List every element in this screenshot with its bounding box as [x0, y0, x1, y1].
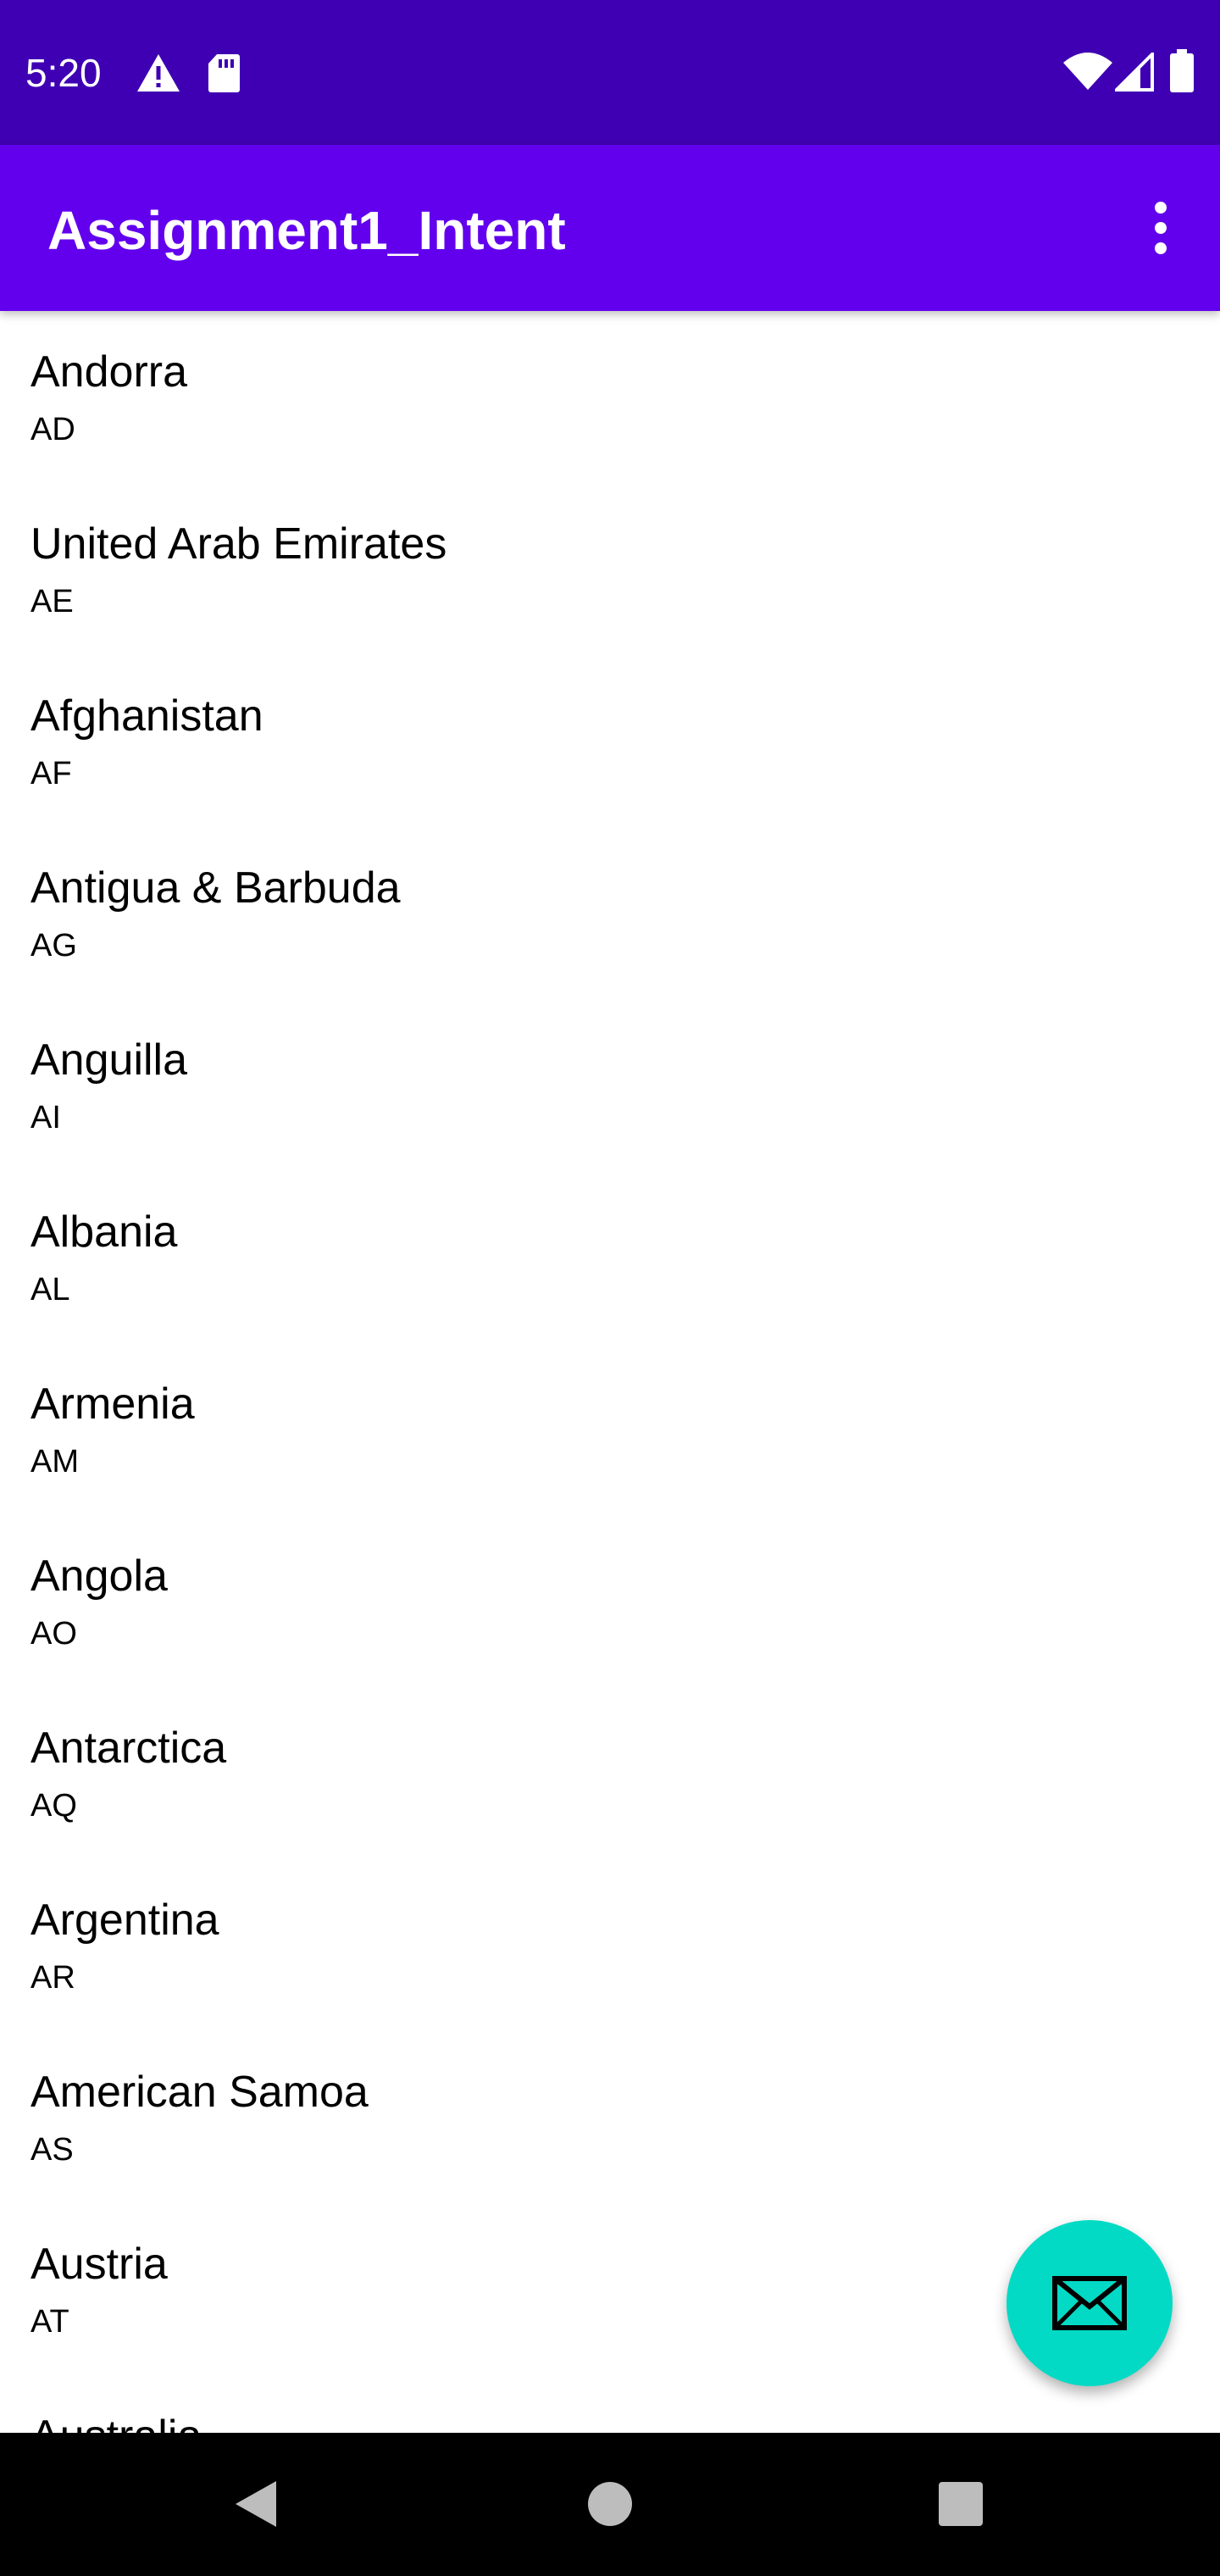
battery-icon — [1170, 49, 1194, 92]
country-name: United Arab Emirates — [30, 519, 447, 569]
country-name: American Samoa — [30, 2068, 369, 2117]
country-name: Antigua & Barbuda — [30, 863, 401, 913]
country-name: Antarctica — [30, 1724, 227, 1773]
country-name: Afghanistan — [30, 691, 263, 741]
country-name: Andorra — [30, 347, 187, 397]
warning-icon — [137, 54, 180, 92]
country-code: AR — [30, 1960, 75, 1996]
sd-card-icon — [208, 54, 240, 92]
country-code: AQ — [30, 1788, 77, 1824]
app-title: Assignment1_Intent — [47, 200, 566, 261]
country-name: Anguilla — [30, 1035, 188, 1085]
list-item[interactable]: Argentina AR — [0, 1859, 1220, 2031]
country-code: AE — [30, 584, 74, 619]
wifi-icon — [1063, 53, 1112, 90]
email-fab-button[interactable] — [1006, 2220, 1173, 2386]
country-name: Albania — [30, 1208, 178, 1257]
list-item[interactable]: Afghanistan AF — [0, 655, 1220, 827]
list-item[interactable]: Andorra AD — [0, 311, 1220, 483]
list-item[interactable]: Armenia AM — [0, 1343, 1220, 1515]
nav-back-button[interactable] — [214, 2462, 298, 2546]
country-code: AL — [30, 1272, 70, 1307]
country-code: AD — [30, 412, 75, 447]
list-item[interactable]: Antarctica AQ — [0, 1687, 1220, 1859]
country-code: AT — [30, 2304, 69, 2340]
system-nav-bar — [0, 2433, 1220, 2576]
cell-signal-icon — [1115, 53, 1154, 92]
home-icon — [588, 2482, 632, 2526]
country-code: AS — [30, 2132, 74, 2168]
more-vert-icon — [1155, 202, 1167, 254]
country-list[interactable]: Andorra AD United Arab Emirates AE Afgha… — [0, 311, 1220, 2433]
status-bar: 5:20 — [0, 0, 1220, 145]
recents-icon — [939, 2482, 983, 2526]
overflow-menu-button[interactable] — [1118, 186, 1203, 270]
country-code: AO — [30, 1616, 77, 1652]
list-item[interactable]: Angola AO — [0, 1515, 1220, 1687]
nav-home-button[interactable] — [568, 2462, 652, 2546]
country-code: AM — [30, 1444, 79, 1480]
screen: 5:20 Assignment1_Intent Andorra AD Unite… — [0, 0, 1220, 2576]
status-time: 5:20 — [25, 51, 102, 95]
back-icon — [236, 2481, 276, 2527]
email-icon — [1052, 2276, 1127, 2330]
list-item[interactable]: Australia AU — [0, 2375, 1220, 2433]
list-item[interactable]: Antigua & Barbuda AG — [0, 827, 1220, 999]
nav-recents-button[interactable] — [918, 2462, 1003, 2546]
country-code: AF — [30, 756, 72, 791]
country-name: Austria — [30, 2240, 168, 2289]
country-name: Armenia — [30, 1380, 195, 1429]
list-item[interactable]: American Samoa AS — [0, 2031, 1220, 2203]
country-name: Argentina — [30, 1896, 219, 1945]
list-item[interactable]: Anguilla AI — [0, 999, 1220, 1171]
country-name: Australia — [30, 2411, 202, 2433]
country-code: AI — [30, 1100, 61, 1135]
list-item[interactable]: Albania AL — [0, 1171, 1220, 1343]
country-name: Angola — [30, 1552, 168, 1601]
app-bar: Assignment1_Intent — [0, 145, 1220, 311]
country-code: AG — [30, 928, 77, 963]
list-item[interactable]: United Arab Emirates AE — [0, 483, 1220, 655]
